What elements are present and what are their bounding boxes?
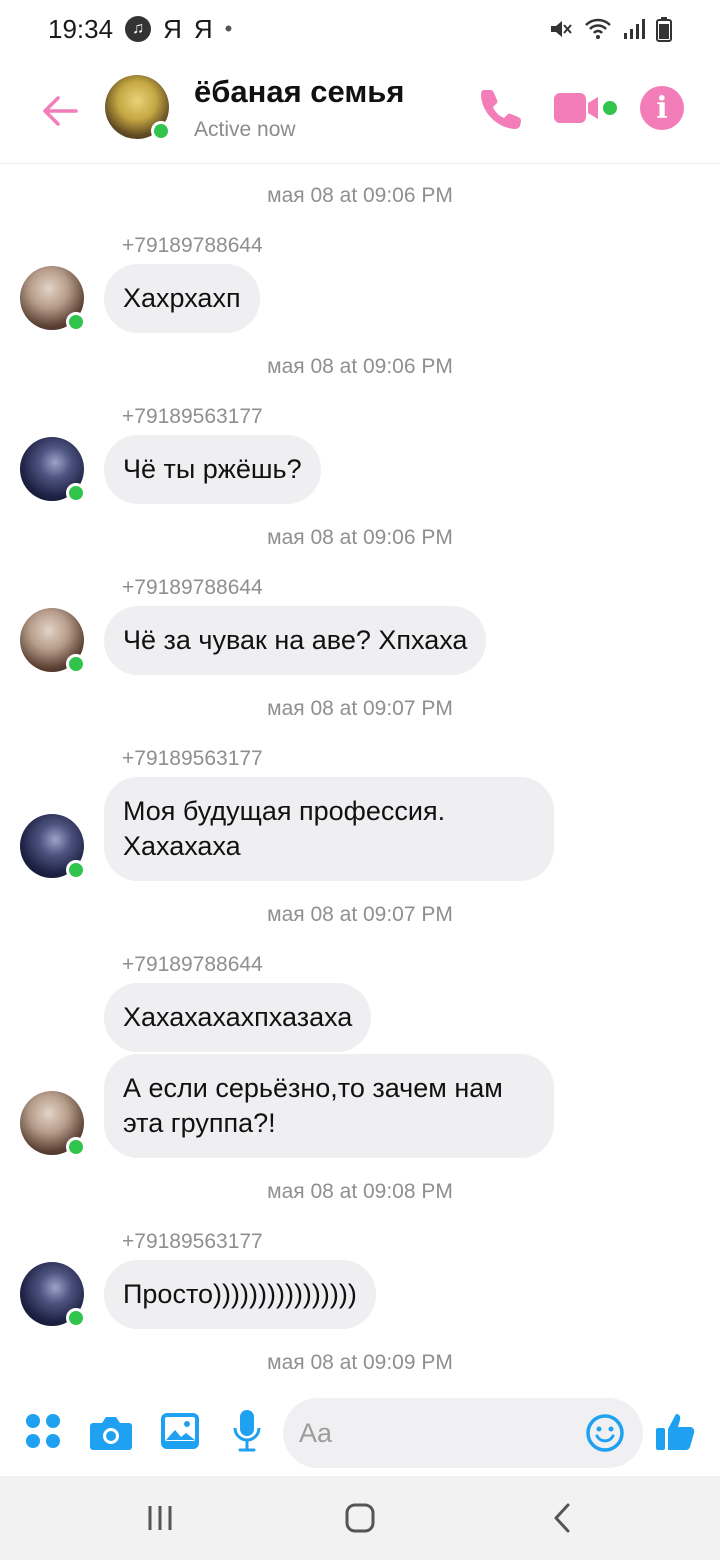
sender-avatar[interactable]: [20, 266, 86, 332]
sender-avatar[interactable]: [20, 814, 86, 880]
back-arrow-icon: [43, 95, 78, 126]
message-timestamp: мая 08 at 09:07 PM: [267, 697, 453, 720]
message-bubble[interactable]: Чё за чувак на аве? Хпхаха: [104, 606, 487, 675]
online-indicator: [66, 312, 86, 332]
group-avatar[interactable]: [105, 75, 171, 141]
message-sender: +79189563177: [122, 1230, 263, 1253]
nav-back-button[interactable]: [532, 1498, 592, 1538]
online-indicator: [66, 483, 86, 503]
sender-avatar[interactable]: [20, 1091, 86, 1157]
camera-icon[interactable]: [89, 1414, 133, 1452]
sender-avatar[interactable]: [20, 437, 86, 503]
microphone-icon[interactable]: [230, 1408, 264, 1454]
gallery-icon[interactable]: [160, 1412, 200, 1450]
online-indicator: [66, 1137, 86, 1157]
back-button[interactable]: [0, 61, 120, 161]
home-button[interactable]: [330, 1498, 390, 1538]
phone-icon[interactable]: [476, 85, 524, 133]
thumbs-up-icon[interactable]: [654, 1410, 698, 1454]
info-icon[interactable]: i: [640, 86, 684, 130]
message-bubble[interactable]: Хахрхахп: [104, 264, 260, 333]
recent-apps-icon: [148, 1506, 172, 1530]
message-sender: +79189788644: [122, 234, 263, 257]
message-composer: [0, 1392, 720, 1476]
nav-back-icon: [554, 1503, 570, 1533]
message-bubble[interactable]: Хахахахахпхазаха: [104, 983, 372, 1052]
sender-avatar[interactable]: [20, 1262, 86, 1328]
battery-icon: [656, 17, 672, 42]
mute-icon: [551, 21, 572, 37]
conversation-title[interactable]: ёбаная семья: [194, 74, 404, 110]
wifi-icon: [585, 18, 611, 39]
active-status: Active now: [194, 118, 296, 141]
video-camera-icon[interactable]: [553, 91, 623, 127]
online-indicator: [151, 121, 171, 141]
online-indicator: [66, 654, 86, 674]
signal-icon: [624, 19, 645, 39]
message-timestamp: мая 08 at 09:08 PM: [267, 1180, 453, 1203]
message-timestamp: мая 08 at 09:06 PM: [267, 355, 453, 378]
message-bubble[interactable]: А если серьёзно,то зачем нам эта группа?…: [104, 1054, 554, 1158]
message-timestamp: мая 08 at 09:09 PM: [267, 1351, 453, 1374]
status-time: 19:34: [48, 13, 114, 44]
status-bar: 19:34 ♫ Я Я •: [0, 0, 720, 58]
message-sender: +79189788644: [122, 953, 263, 976]
message-input-container[interactable]: [283, 1398, 643, 1468]
status-notification-2: Я: [193, 13, 213, 44]
message-sender: +79189563177: [122, 405, 263, 428]
message-sender: +79189788644: [122, 576, 263, 599]
message-bubble[interactable]: Просто)))))))))))))))): [104, 1260, 376, 1329]
sender-avatar[interactable]: [20, 608, 86, 674]
message-sender: +79189563177: [122, 747, 263, 770]
home-icon: [345, 1503, 375, 1533]
message-timestamp: мая 08 at 09:06 PM: [267, 184, 453, 207]
message-input[interactable]: [299, 1412, 569, 1454]
message-timestamp: мая 08 at 09:06 PM: [267, 526, 453, 549]
message-bubble[interactable]: Моя будущая профессия. Хахахаха: [104, 777, 554, 881]
message-timestamp: мая 08 at 09:07 PM: [267, 903, 453, 926]
music-notification-icon: ♫: [125, 16, 152, 42]
online-indicator: [66, 1308, 86, 1328]
status-more-dot: •: [224, 16, 233, 41]
status-notification-1: Я: [163, 13, 182, 44]
apps-grid-icon[interactable]: [24, 1412, 62, 1450]
message-bubble[interactable]: Чё ты ржёшь?: [104, 435, 321, 504]
recent-apps-button[interactable]: [130, 1498, 190, 1538]
online-indicator: [66, 860, 86, 880]
emoji-icon[interactable]: [585, 1413, 625, 1453]
system-navigation-bar: [0, 1476, 720, 1560]
conversation-header: ёбаная семья Active now i: [0, 58, 720, 164]
